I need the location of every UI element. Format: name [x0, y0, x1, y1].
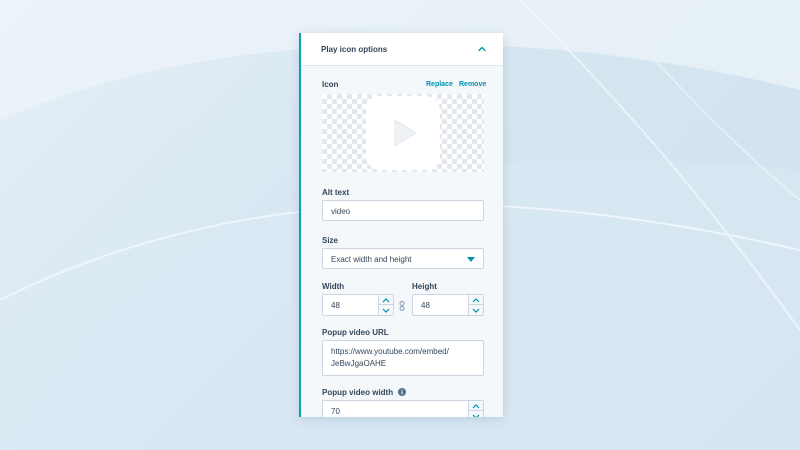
popup-url-value: https://www.youtube.com/embed/ JeBwJgaOA…	[331, 347, 449, 368]
height-stepper	[468, 295, 483, 315]
chevron-up-icon	[382, 298, 390, 303]
size-label: Size	[322, 236, 339, 245]
height-decrement-button[interactable]	[469, 305, 483, 315]
width-increment-button[interactable]	[379, 295, 393, 305]
icon-label: Icon	[322, 80, 339, 89]
popup-width-value: 70	[331, 407, 340, 416]
size-selected-value: Exact width and height	[331, 255, 412, 264]
size-select[interactable]: Exact width and height	[322, 248, 484, 269]
chevron-down-icon	[382, 308, 390, 313]
height-increment-button[interactable]	[469, 295, 483, 305]
width-decrement-button[interactable]	[379, 305, 393, 315]
icon-preview	[322, 94, 484, 172]
height-input[interactable]: 48	[412, 294, 484, 316]
alt-text-input[interactable]: video	[322, 200, 484, 221]
width-stepper	[378, 295, 393, 315]
popup-url-textarea[interactable]: https://www.youtube.com/embed/ JeBwJgaOA…	[322, 340, 484, 376]
remove-link[interactable]: Remove	[459, 81, 486, 88]
popup-width-input[interactable]: 70	[322, 400, 484, 417]
popup-width-label: Popup video width	[322, 388, 394, 397]
lock-aspect-ratio-icon[interactable]	[399, 301, 405, 311]
caret-down-icon	[467, 257, 475, 262]
replace-link[interactable]: Replace	[426, 81, 453, 88]
chevron-up-icon	[472, 404, 480, 409]
width-label: Width	[322, 282, 345, 291]
info-icon[interactable]	[398, 388, 406, 396]
panel-header[interactable]: Play icon options	[301, 33, 503, 66]
popup-url-label: Popup video URL	[322, 328, 389, 337]
width-value: 48	[331, 301, 340, 310]
popup-width-decrement-button[interactable]	[469, 411, 483, 417]
height-value: 48	[421, 301, 430, 310]
play-icon-options-panel: Play icon options Icon Replace Remove Al…	[299, 33, 503, 417]
alt-text-label: Alt text	[322, 188, 350, 197]
play-icon	[366, 96, 440, 170]
width-input[interactable]: 48	[322, 294, 394, 316]
alt-text-value: video	[331, 207, 351, 216]
panel-title: Play icon options	[321, 45, 388, 54]
popup-width-increment-button[interactable]	[469, 401, 483, 411]
height-label: Height	[412, 282, 437, 291]
chevron-down-icon	[472, 308, 480, 313]
chevron-up-icon[interactable]	[477, 44, 487, 54]
chevron-down-icon	[472, 414, 480, 417]
chevron-up-icon	[472, 298, 480, 303]
popup-width-stepper	[468, 401, 483, 417]
